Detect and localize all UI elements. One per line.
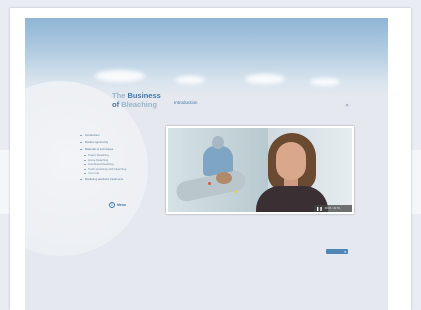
- menu-item-marketing[interactable]: Marketing aesthetic treatments: [80, 176, 150, 183]
- menu-item-introduction[interactable]: Introduction: [80, 132, 150, 139]
- course-title: The Business of Bleaching: [112, 91, 161, 109]
- course-stage: The Business of Bleaching Introduction ✕…: [25, 18, 388, 310]
- menu-icon: ≡: [109, 202, 115, 208]
- video-controls: ❚❚ 00:05 / 00:53: [314, 205, 352, 212]
- menu-button-label: Menu: [117, 203, 127, 207]
- video-player[interactable]: ❚❚ 00:05 / 00:53: [166, 126, 354, 214]
- chevron-down-icon: ▾: [344, 249, 346, 254]
- video-time: 00:05 / 00:53: [324, 207, 340, 210]
- pause-icon[interactable]: ❚❚: [316, 206, 323, 211]
- menu-item-materials-techniques[interactable]: Materials & techniques: [80, 146, 150, 153]
- course-window: The Business of Bleaching Introduction ✕…: [10, 8, 411, 310]
- presenter-face: [276, 142, 306, 180]
- menu-button[interactable]: ≡ Menu: [109, 202, 126, 208]
- menu-item-market-opportunity[interactable]: Market opportunity: [80, 139, 150, 146]
- close-icon[interactable]: ✕: [345, 103, 349, 109]
- section-title: Introduction: [174, 100, 198, 105]
- options-dropdown[interactable]: ▾: [326, 249, 348, 254]
- course-menu: Introduction Market opportunity Material…: [80, 132, 150, 183]
- video-scene-dental: [168, 128, 268, 212]
